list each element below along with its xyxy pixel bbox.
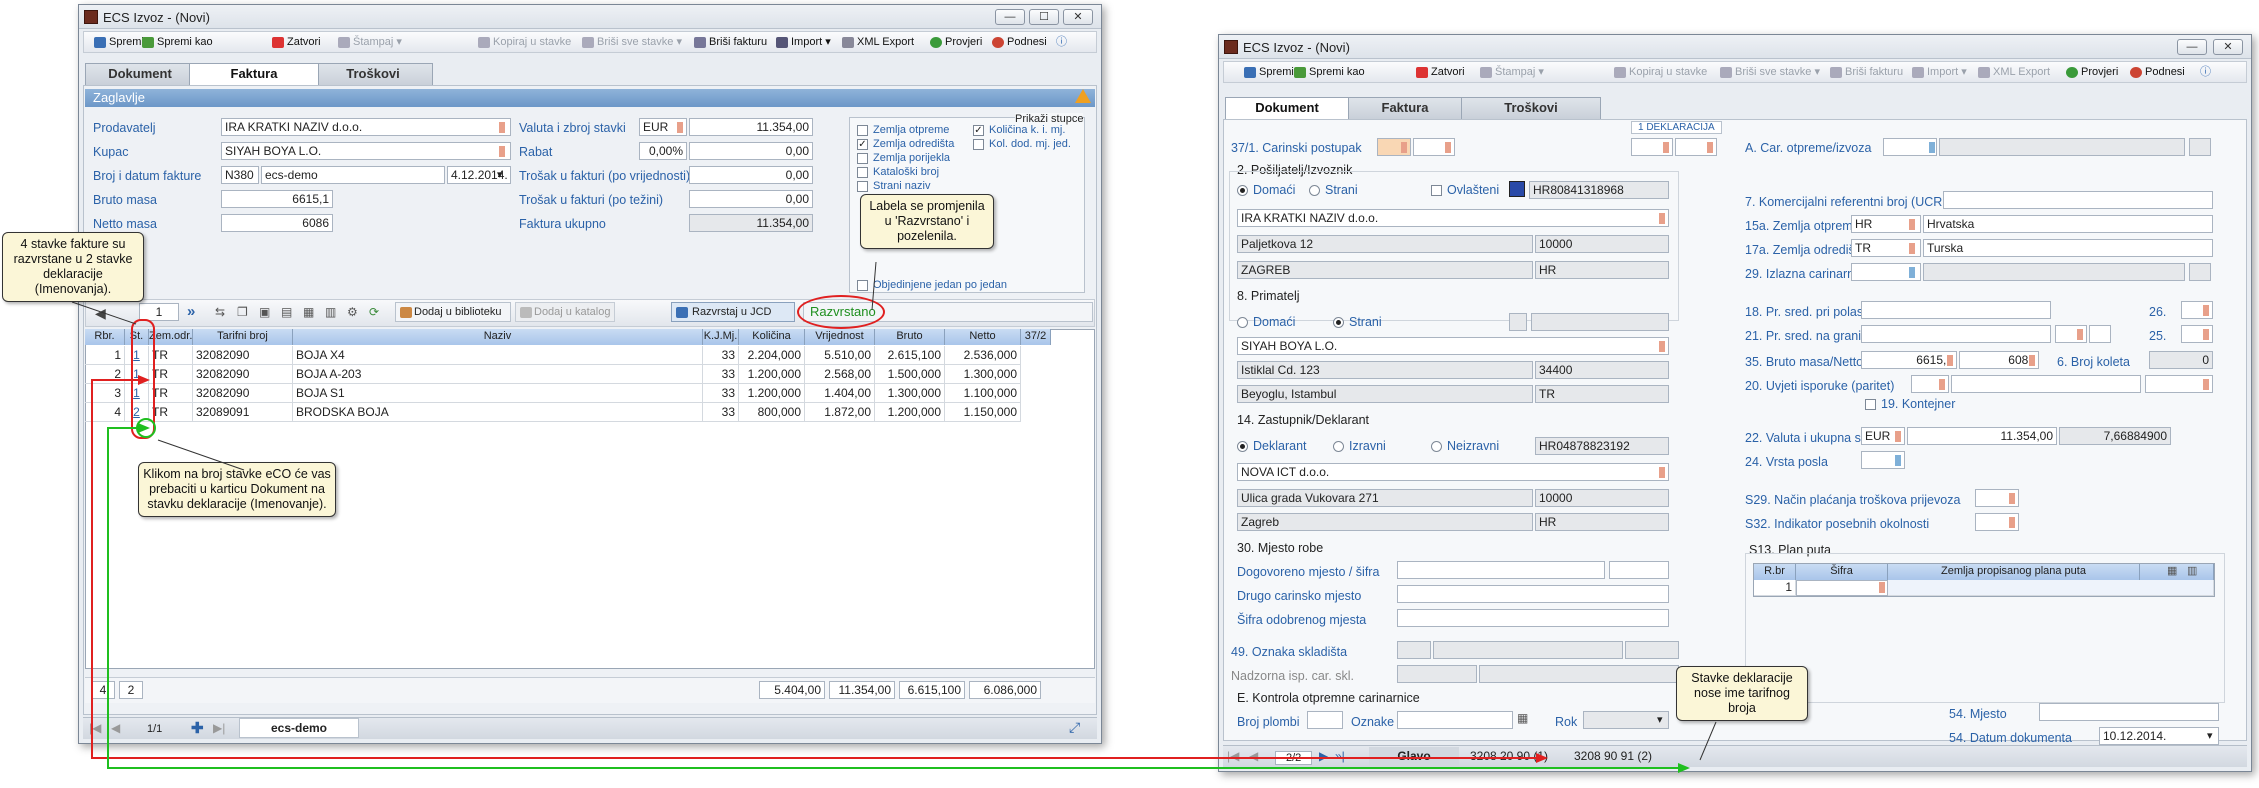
callout-pointer (871, 261, 877, 311)
green-arrow-line (107, 427, 1682, 769)
red-arrow-head (1536, 753, 1548, 763)
tab-faktura[interactable]: Faktura (189, 63, 319, 85)
annotation-arrows (71, 261, 1717, 773)
red-arrow-line (91, 379, 1540, 759)
callout-pointer (1699, 721, 1717, 761)
tab-dokument[interactable]: Dokument (1225, 97, 1349, 119)
red-arrow-head-start (138, 375, 150, 385)
callout-pointer (71, 301, 137, 325)
callout-pointer (157, 439, 245, 471)
green-arrow-head (1678, 763, 1690, 773)
green-arrow-head-start (138, 423, 150, 433)
